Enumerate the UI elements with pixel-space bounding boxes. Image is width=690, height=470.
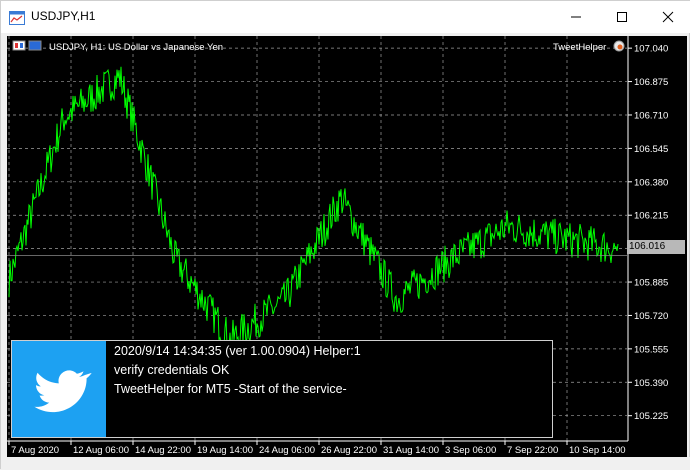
price-label: 106.380 [634,177,668,188]
time-label: 10 Sep 14:00 [569,445,626,456]
price-label: 105.225 [634,411,668,422]
close-button[interactable] [645,1,690,33]
time-label: 19 Aug 14:00 [197,445,253,456]
close-icon [662,11,674,23]
tweethelper-panel: 2020/9/14 14:34:35 (ver 1.00.0904) Helpe… [11,340,553,438]
status-line-credentials: verify credentials OK [114,363,230,377]
status-line-timestamp: 2020/9/14 14:34:35 (ver 1.00.0904) Helpe… [114,344,361,358]
one-click-trading-icon[interactable] [12,40,26,51]
time-label: 31 Aug 14:00 [383,445,439,456]
price-series-line [8,66,619,351]
time-label: 24 Aug 06:00 [259,445,315,456]
maximize-icon [617,12,627,22]
sell-icon [15,43,18,48]
price-chart[interactable]: 107.040 106.875 106.710 106.545 106.380 106.2… [7,36,687,457]
time-label: 7 Aug 2020 [11,445,59,456]
chart-header-label: USDJPY, H1: US Dollar vs Japanese Yen [49,42,223,53]
price-label: 105.555 [634,344,668,355]
title-bar[interactable]: USDJPY,H1 [1,1,690,33]
price-label: 105.390 [634,378,668,389]
minimize-icon [571,16,581,18]
price-label: 106.545 [634,144,668,155]
current-price-tag: 106.016 [627,240,685,254]
expert-label: TweetHelper [553,42,606,53]
maximize-button[interactable] [599,1,645,33]
price-label: 105.720 [634,311,668,322]
expert-status-icon [617,44,623,50]
chart-window: USDJPY,H1 107.040 106.875 106.710 106.545 10… [0,0,690,470]
time-label: 14 Aug 22:00 [135,445,191,456]
twitter-logo [12,341,106,437]
status-line-service: TweetHelper for MT5 -Start of the servic… [114,382,347,396]
time-label: 26 Aug 22:00 [321,445,377,456]
price-label: 106.215 [634,211,668,222]
price-label: 107.040 [634,44,668,55]
bottom-strip [1,457,690,470]
time-label: 3 Sep 06:00 [445,445,496,456]
time-label: 7 Sep 22:00 [507,445,558,456]
twitter-bird-icon [34,370,92,413]
window-title: USDJPY,H1 [31,9,96,23]
price-label: 106.875 [634,77,668,88]
depth-of-market-icon[interactable] [28,40,42,51]
price-label: 106.710 [634,110,668,121]
price-label: 105.885 [634,278,668,289]
minimize-button[interactable] [553,1,599,33]
chart-app-icon [9,10,25,25]
buy-icon [20,43,23,48]
time-label: 12 Aug 06:00 [73,445,129,456]
